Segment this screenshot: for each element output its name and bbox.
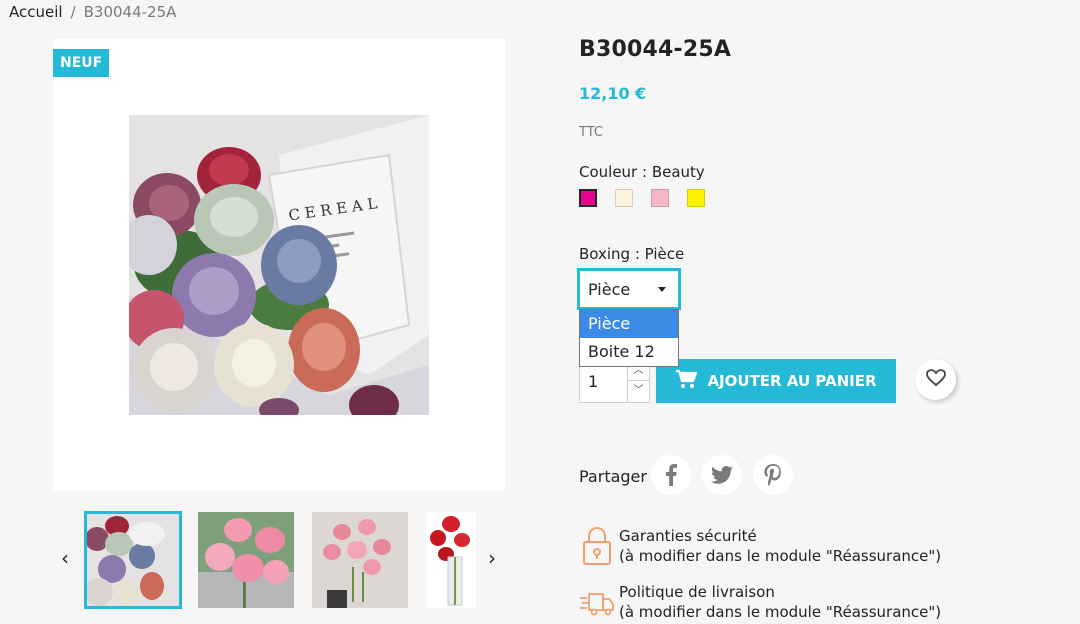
- product-main-image[interactable]: C E R E A L: [129, 115, 429, 415]
- color-variant-label: Couleur : Beauty: [579, 163, 705, 181]
- color-swatch[interactable]: [579, 189, 597, 207]
- color-swatch[interactable]: [687, 189, 705, 207]
- breadcrumb-current: B30044-25A: [83, 3, 177, 21]
- product-price: 12,10 €: [579, 84, 647, 103]
- heart-icon: [925, 368, 946, 391]
- breadcrumb-home-link[interactable]: Accueil: [9, 3, 63, 21]
- product-title: B30044-25A: [579, 37, 732, 62]
- delivery-truck-icon: [579, 582, 615, 622]
- color-swatch[interactable]: [615, 189, 633, 207]
- new-badge: NEUF: [53, 49, 110, 77]
- add-to-cart-button[interactable]: AJOUTER AU PANIER: [656, 359, 896, 403]
- product-main-image-panel: NEUF C E R E A L: [53, 39, 505, 491]
- breadcrumb-separator: /: [70, 3, 76, 21]
- tax-label: TTC: [579, 125, 603, 140]
- wishlist-button[interactable]: [915, 359, 956, 400]
- boxing-option[interactable]: Boite 12: [580, 338, 678, 366]
- chevron-right-icon[interactable]: ›: [482, 548, 502, 568]
- chevron-down-icon[interactable]: ﹀: [628, 381, 649, 401]
- reassurance-subtitle: (à modifier dans le module "Réassurance"…: [619, 603, 942, 621]
- pinterest-icon[interactable]: [753, 455, 793, 495]
- reassurance-title: Garanties sécurité: [619, 527, 757, 545]
- reassurance-text: Garanties sécurité (à modifier dans le m…: [619, 526, 941, 566]
- reassurance-item-delivery: Politique de livraison (à modifier dans …: [579, 582, 1059, 624]
- reassurance-subtitle: (à modifier dans le module "Réassurance"…: [619, 547, 942, 565]
- chevron-left-icon[interactable]: ‹: [55, 548, 75, 568]
- thumbnail-pink-roses-vase[interactable]: [312, 512, 408, 608]
- lock-icon: [579, 526, 615, 566]
- breadcrumb: Accueil / B30044-25A: [9, 3, 176, 21]
- thumbnail-red-roses-vase[interactable]: [426, 510, 476, 610]
- shopping-cart-icon: [675, 369, 698, 393]
- color-swatch[interactable]: [651, 189, 669, 207]
- boxing-option[interactable]: Pièce: [580, 310, 678, 338]
- share-label: Partager: [579, 467, 647, 486]
- twitter-icon[interactable]: [702, 455, 742, 495]
- boxing-variant-label: Boxing : Pièce: [579, 245, 685, 263]
- caret-down-icon: [658, 286, 666, 292]
- boxing-dropdown-list: Pièce Boite 12: [579, 309, 679, 367]
- thumbnail-carousel: ‹ ›: [53, 510, 505, 610]
- reassurance-text: Politique de livraison (à modifier dans …: [619, 582, 941, 622]
- facebook-icon[interactable]: [651, 455, 691, 495]
- quantity-buttons: ︿ ﹀: [627, 361, 649, 402]
- boxing-select-value: Pièce: [588, 279, 631, 299]
- reassurance-item-security: Garanties sécurité (à modifier dans le m…: [579, 526, 1059, 570]
- quantity-input[interactable]: 1: [580, 361, 628, 402]
- reassurance-title: Politique de livraison: [619, 583, 775, 601]
- color-swatches: [579, 189, 705, 207]
- add-to-cart-label: AJOUTER AU PANIER: [707, 372, 877, 390]
- thumbnail-pink-roses-bouquet[interactable]: [198, 512, 294, 608]
- thumbnail-peony-bouquet[interactable]: [84, 511, 182, 609]
- boxing-select[interactable]: Pièce: [577, 268, 681, 310]
